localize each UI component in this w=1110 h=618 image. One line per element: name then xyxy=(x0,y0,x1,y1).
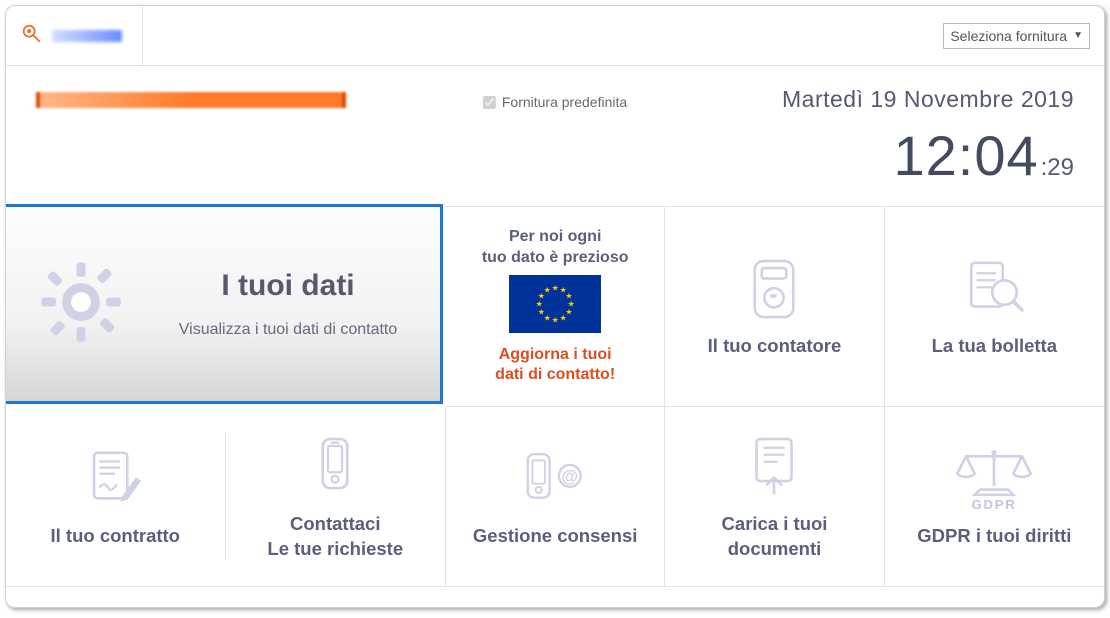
tile-upload-title: Carica i tuoi documenti xyxy=(722,512,828,562)
address-bar-redacted xyxy=(36,92,346,108)
gear-icon xyxy=(36,257,126,352)
app-frame: Seleziona fornitura ▼ Fornitura predefin… xyxy=(5,5,1105,608)
time-seconds: :29 xyxy=(1041,154,1074,182)
tile-contract[interactable]: Il tuo contratto xyxy=(6,434,226,559)
contract-icon xyxy=(80,444,150,514)
tile-primary-subtitle: Visualizza i tuoi dati di contatto xyxy=(156,321,420,339)
tile-meter-title: Il tuo contatore xyxy=(708,334,842,359)
tile-contact[interactable]: Contattaci Le tue richieste xyxy=(226,422,446,572)
tile-contact-title: Contattaci Le tue richieste xyxy=(267,512,403,562)
tile-gdpr-title: GDPR i tuoi diritti xyxy=(917,524,1071,549)
top-bar: Seleziona fornitura ▼ xyxy=(6,6,1104,66)
tile-row2-split: Il tuo contratto Contattaci Le tue richi… xyxy=(6,407,446,587)
info-row: Fornitura predefinita Martedì 19 Novembr… xyxy=(6,66,1104,188)
tile-primary-title: I tuoi dati xyxy=(156,269,420,303)
tile-bill[interactable]: La tua bolletta xyxy=(885,207,1104,407)
document-magnifier-icon xyxy=(959,254,1029,324)
supply-select-label: Seleziona fornitura xyxy=(950,28,1067,44)
tile-consent[interactable]: @ Gestione consensi xyxy=(446,407,665,587)
tile-contract-title: Il tuo contratto xyxy=(51,524,180,549)
search-icon[interactable] xyxy=(20,22,42,49)
default-supply-checkbox[interactable]: Fornitura predefinita xyxy=(483,94,627,110)
time-text: 12:04 :29 xyxy=(893,123,1074,188)
date-time-block: Martedì 19 Novembre 2019 12:04 :29 xyxy=(782,86,1074,188)
tile-consent-title: Gestione consensi xyxy=(473,524,638,549)
eu-flag-icon: ★★★★★★★★★★★★ xyxy=(509,275,601,333)
gdpr-badge-text: GDPR xyxy=(972,497,1017,512)
tile-promo-contact-data[interactable]: Per noi ogni tuo dato è prezioso ★★★★★★★… xyxy=(446,207,665,407)
upload-document-icon xyxy=(739,432,809,502)
promo-text-bottom: Aggiorna i tuoi dati di contatto! xyxy=(495,345,615,387)
consent-icon: @ xyxy=(520,444,590,514)
tile-grid: I tuoi dati Visualizza i tuoi dati di co… xyxy=(6,206,1104,587)
supply-select-dropdown[interactable]: Seleziona fornitura ▼ xyxy=(943,23,1090,49)
date-text: Martedì 19 Novembre 2019 xyxy=(782,86,1074,113)
phone-icon xyxy=(300,432,370,502)
brand-logo xyxy=(52,30,122,42)
separator xyxy=(142,6,143,65)
tile-primary-text: I tuoi dati Visualizza i tuoi dati di co… xyxy=(156,269,420,339)
scales-icon: GDPR xyxy=(949,444,1039,514)
time-main: 12:04 xyxy=(893,123,1038,188)
tile-meter[interactable]: Il tuo contatore xyxy=(665,207,884,407)
promo-text-top: Per noi ogni tuo dato è prezioso xyxy=(482,227,629,269)
meter-icon xyxy=(739,254,809,324)
default-supply-label: Fornitura predefinita xyxy=(502,94,627,110)
tile-bill-title: La tua bolletta xyxy=(932,334,1057,359)
chevron-down-icon: ▼ xyxy=(1073,30,1083,41)
svg-text:@: @ xyxy=(562,467,579,486)
top-bar-left xyxy=(20,6,143,65)
default-supply-checkbox-input[interactable] xyxy=(483,96,496,109)
tile-upload-documents[interactable]: Carica i tuoi documenti xyxy=(665,407,884,587)
tile-gdpr[interactable]: GDPR GDPR i tuoi diritti xyxy=(885,407,1104,587)
tile-your-data[interactable]: I tuoi dati Visualizza i tuoi dati di co… xyxy=(5,204,443,404)
